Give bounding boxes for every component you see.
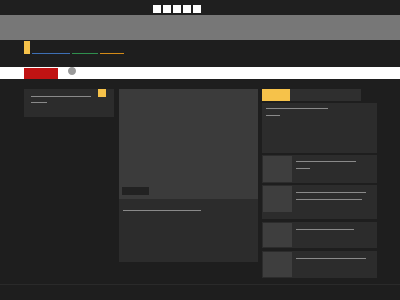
sidebar-card-line (296, 168, 310, 169)
square-icon[interactable] (153, 5, 161, 13)
sidebar-card-line (296, 258, 366, 259)
sidebar-thumb (263, 156, 292, 182)
feature-tag (122, 187, 149, 195)
sidebar-card-line (266, 115, 280, 116)
sidebar-card-line (296, 199, 362, 200)
left-card-line (31, 96, 91, 97)
header-banner (0, 15, 400, 40)
nav-link-green[interactable] (72, 53, 98, 54)
sidebar-card-line (296, 161, 356, 162)
sidebar-tab-active[interactable] (262, 89, 290, 101)
square-icon[interactable] (183, 5, 191, 13)
white-strip (0, 67, 400, 79)
red-button[interactable] (24, 68, 58, 79)
sidebar-card-line (296, 229, 354, 230)
feature-image (119, 89, 258, 199)
nav-link-orange[interactable] (100, 53, 124, 54)
footer-divider (0, 284, 400, 285)
sidebar-thumb (263, 186, 292, 212)
sidebar-card-line (296, 192, 366, 193)
nav-accent-marker (24, 41, 30, 54)
left-card-line (31, 102, 47, 103)
square-icon[interactable] (163, 5, 171, 13)
square-icon[interactable] (193, 5, 201, 13)
square-icon[interactable] (173, 5, 181, 13)
sidebar-card-line (266, 108, 328, 109)
nav-link-blue[interactable] (32, 53, 70, 54)
feature-text-line (123, 210, 201, 211)
circle-icon[interactable] (68, 67, 76, 75)
yellow-dot (98, 89, 106, 97)
sidebar-thumb (263, 252, 292, 277)
sidebar-thumb (263, 223, 292, 247)
sidebar-card[interactable] (262, 103, 377, 153)
